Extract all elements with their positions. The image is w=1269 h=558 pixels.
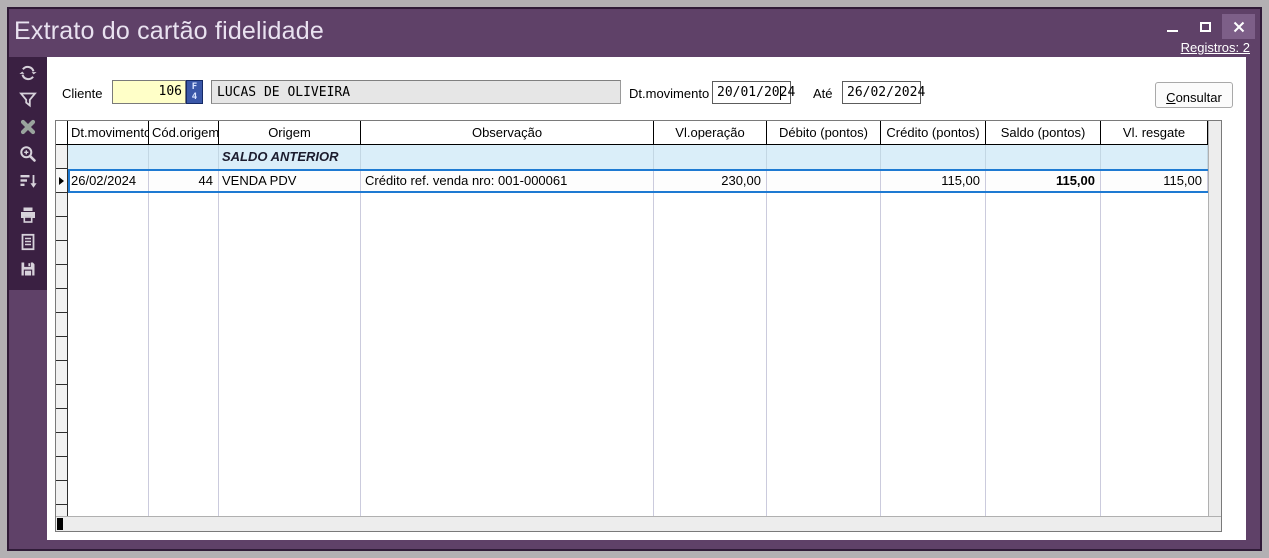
consultar-label-rest: onsultar (1176, 90, 1222, 105)
save-icon (18, 259, 38, 279)
col-header-dt-movimento[interactable]: Dt.movimento (68, 121, 149, 145)
col-header-credito-pontos[interactable]: Crédito (pontos) (881, 121, 986, 145)
horizontal-scrollbar[interactable] (56, 516, 1221, 531)
cell-cod-origem: 44 (149, 169, 219, 193)
filter-button[interactable] (13, 87, 43, 113)
print-button[interactable] (13, 202, 43, 228)
grid-empty-area (56, 193, 1221, 516)
horizontal-scrollbar-thumb[interactable] (57, 518, 63, 530)
sort-button[interactable] (13, 168, 43, 194)
cell-saldo-pontos: 115,00 (986, 169, 1101, 193)
app-window: Extrato do cartão fidelidade Registros: … (7, 7, 1262, 551)
maximize-button[interactable] (1189, 14, 1222, 39)
ate-input[interactable]: 26/02/2024 (842, 81, 921, 104)
dt-movimento-value: 20/01/2024 (717, 85, 795, 100)
window-body: Cliente 106 F 4 LUCAS DE OLIVEIRA Dt.mov… (9, 57, 1260, 549)
zoom-icon (18, 144, 38, 164)
current-row-indicator (56, 169, 68, 193)
cell-debito-pontos (767, 169, 881, 193)
table-row-saldo-anterior[interactable]: SALDO ANTERIOR (56, 145, 1221, 169)
col-header-observacao[interactable]: Observação (361, 121, 654, 145)
cancel-button[interactable] (13, 114, 43, 140)
col-header-origem[interactable]: Origem (219, 121, 361, 145)
filter-icon (18, 90, 38, 110)
zoom-button[interactable] (13, 141, 43, 167)
row-indicator-column (56, 193, 68, 516)
registros-link[interactable]: Registros: 2 (1181, 40, 1250, 55)
cell-vl-operacao: 230,00 (654, 169, 767, 193)
cliente-code-input[interactable]: 106 (112, 80, 186, 104)
row-indicator-cell (56, 145, 68, 169)
cell-dt-movimento: 26/02/2024 (68, 169, 149, 193)
text-caret (780, 86, 781, 100)
dt-movimento-input[interactable]: 20/01/2024 (712, 81, 791, 104)
minimize-icon (1167, 30, 1178, 32)
cliente-label: Cliente (62, 86, 102, 101)
report-button[interactable] (13, 229, 43, 255)
vertical-scrollbar[interactable] (1208, 121, 1221, 516)
col-header-saldo-pontos[interactable]: Saldo (pontos) (986, 121, 1101, 145)
f4-key-bottom: 4 (187, 92, 202, 102)
ate-value: 26/02/2024 (847, 85, 925, 100)
cell-credito-pontos: 115,00 (881, 169, 986, 193)
report-icon (18, 232, 38, 252)
col-header-vl-resgate[interactable]: Vl. resgate (1101, 121, 1208, 145)
f4-key-top: F (187, 82, 202, 92)
close-button[interactable] (1222, 14, 1255, 39)
grid-header-row: Dt.movimento Cód.origem Origem Observaçã… (56, 121, 1221, 145)
col-header-cod-origem[interactable]: Cód.origem (149, 121, 219, 145)
refresh-icon (18, 63, 38, 83)
minimize-button[interactable] (1156, 14, 1189, 39)
refresh-button[interactable] (13, 60, 43, 86)
sort-icon (18, 171, 38, 191)
cell-vl-resgate: 115,00 (1101, 169, 1208, 193)
data-grid: Dt.movimento Cód.origem Origem Observaçã… (55, 120, 1222, 532)
save-button[interactable] (13, 256, 43, 282)
col-header-vl-operacao[interactable]: Vl.operação (654, 121, 767, 145)
print-icon (18, 205, 38, 225)
close-icon (1233, 21, 1245, 33)
row-pointer-icon (59, 177, 64, 185)
cell-origem: VENDA PDV (219, 169, 361, 193)
titlebar: Extrato do cartão fidelidade Registros: … (9, 9, 1260, 57)
ate-label: Até (813, 86, 833, 101)
cell-observacao: Crédito ref. venda nro: 001-000061 (361, 169, 654, 193)
table-row[interactable]: 26/02/2024 44 VENDA PDV Crédito ref. ven… (56, 169, 1221, 193)
consultar-mnemonic: C (1166, 90, 1175, 105)
cliente-name-field: LUCAS DE OLIVEIRA (211, 80, 621, 104)
window-controls (1156, 14, 1255, 39)
consultar-button[interactable]: Consultar (1155, 82, 1233, 108)
cancel-icon (18, 117, 38, 137)
main-area: Cliente 106 F 4 LUCAS DE OLIVEIRA Dt.mov… (47, 57, 1246, 540)
grid-corner-cell (56, 121, 68, 145)
saldo-anterior-label: SALDO ANTERIOR (219, 145, 361, 169)
maximize-icon (1200, 22, 1211, 32)
col-header-debito-pontos[interactable]: Débito (pontos) (767, 121, 881, 145)
toolbar-icon-strip (9, 57, 47, 290)
cliente-lookup-f4-button[interactable]: F 4 (186, 80, 203, 104)
window-title: Extrato do cartão fidelidade (14, 17, 324, 46)
toolbar-sidebar (9, 57, 47, 549)
dt-movimento-label: Dt.movimento (629, 86, 709, 101)
